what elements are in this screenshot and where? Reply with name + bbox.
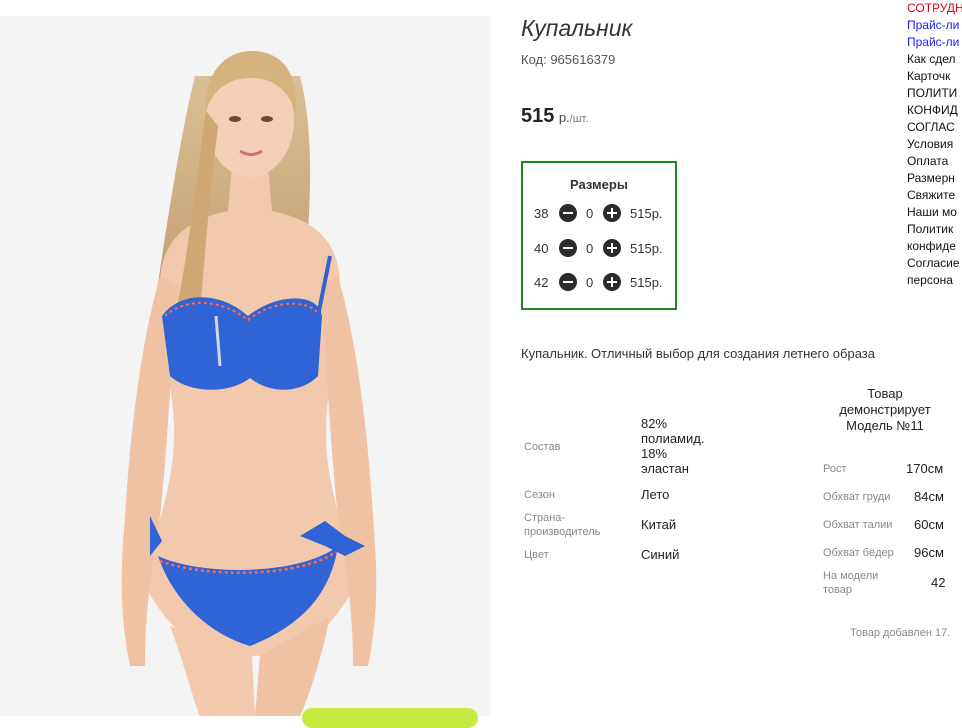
prop-label: Состав xyxy=(524,441,561,453)
size-label: 42 xyxy=(534,275,549,290)
buy-button[interactable] xyxy=(302,708,478,728)
sidebar-link[interactable]: Размерн xyxy=(907,170,962,187)
size-quantity: 0 xyxy=(586,275,594,290)
prop-value: Лето xyxy=(641,487,670,502)
size-row: 38 0 515р. xyxy=(523,204,675,224)
prop-value: Синий xyxy=(641,547,680,562)
model-value: 170см xyxy=(906,461,944,476)
size-price: 515р. xyxy=(630,206,663,221)
plus-icon[interactable] xyxy=(603,273,621,291)
prop-value: 82% полиамид. 18% эластан xyxy=(641,416,705,476)
model-label: Обхват бёдер xyxy=(823,547,894,559)
size-row: 40 0 515р. xyxy=(523,239,675,259)
sidebar-link[interactable]: Прайс-ли xyxy=(907,17,962,34)
model-illustration xyxy=(121,51,377,716)
model-value: 84см xyxy=(914,489,944,504)
sizes-title: Размеры xyxy=(570,177,628,192)
prop-value: Китай xyxy=(641,517,677,532)
sidebar-link[interactable]: Оплата xyxy=(907,153,962,170)
minus-icon[interactable] xyxy=(559,273,577,291)
product-title: Купальник xyxy=(521,15,633,41)
product-price: 515 р./шт. xyxy=(521,105,588,128)
size-row: 42 0 515р. xyxy=(523,273,675,293)
prop-label: Сезон xyxy=(524,489,555,501)
plus-icon[interactable] xyxy=(603,204,621,222)
prop-label: Цвет xyxy=(524,549,549,561)
size-label: 40 xyxy=(534,241,549,256)
sidebar-link[interactable]: Согласие xyxy=(907,255,962,272)
model-label: Рост xyxy=(823,463,847,475)
sidebar-link[interactable]: Политик xyxy=(907,221,962,238)
size-price: 515р. xyxy=(630,275,663,290)
minus-icon[interactable] xyxy=(559,204,577,222)
price-unit: /шт. xyxy=(569,113,589,125)
sidebar-link[interactable]: конфиде xyxy=(907,238,962,255)
sidebar-link[interactable]: Как сдел xyxy=(907,51,962,68)
sidebar-link[interactable]: КОНФИД xyxy=(907,102,962,119)
sidebar-link[interactable]: ПОЛИТИ xyxy=(907,85,962,102)
sidebar-link[interactable]: Карточк xyxy=(907,68,962,85)
sidebar-link[interactable]: СОГЛАС xyxy=(907,119,962,136)
size-quantity: 0 xyxy=(586,206,594,221)
date-added: Товар добавлен 17. xyxy=(850,627,951,639)
model-value: 96см xyxy=(914,545,944,560)
model-label: Обхват груди xyxy=(823,491,891,503)
model-value: 60см xyxy=(914,517,944,532)
product-description: Купальник. Отличный выбор для создания л… xyxy=(521,346,875,361)
size-price: 515р. xyxy=(630,241,663,256)
plus-icon[interactable] xyxy=(603,239,621,257)
sidebar-link[interactable]: СОТРУДН xyxy=(907,0,962,17)
size-quantity: 0 xyxy=(586,241,594,256)
sidebar-links: СОТРУДН Прайс-ли Прайс-ли Как сдел Карто… xyxy=(907,0,962,289)
model-label: Обхват талии xyxy=(823,519,893,531)
sidebar-link[interactable]: персона xyxy=(907,272,962,289)
prop-label: Страна- производитель xyxy=(524,512,601,538)
sidebar-link[interactable]: Условия xyxy=(907,136,962,153)
price-currency: р. xyxy=(558,110,570,125)
sidebar-link[interactable]: Прайс-ли xyxy=(907,34,962,51)
model-heading: Товар демонстрирует Модель №11 xyxy=(839,386,931,433)
sidebar-link[interactable]: Наши мо xyxy=(907,204,962,221)
product-photo[interactable] xyxy=(0,16,491,716)
model-label: На модели товар xyxy=(823,570,879,596)
price-value: 515 xyxy=(521,105,555,127)
minus-icon[interactable] xyxy=(559,239,577,257)
size-label: 38 xyxy=(534,206,549,221)
model-value: 42 xyxy=(931,575,946,590)
sidebar-link[interactable]: Свяжите xyxy=(907,187,962,204)
product-code: Код: 965616379 xyxy=(521,52,616,67)
sizes-box: Размеры 38 0 515р. 40 0 515р. 42 0 515р. xyxy=(521,161,677,310)
